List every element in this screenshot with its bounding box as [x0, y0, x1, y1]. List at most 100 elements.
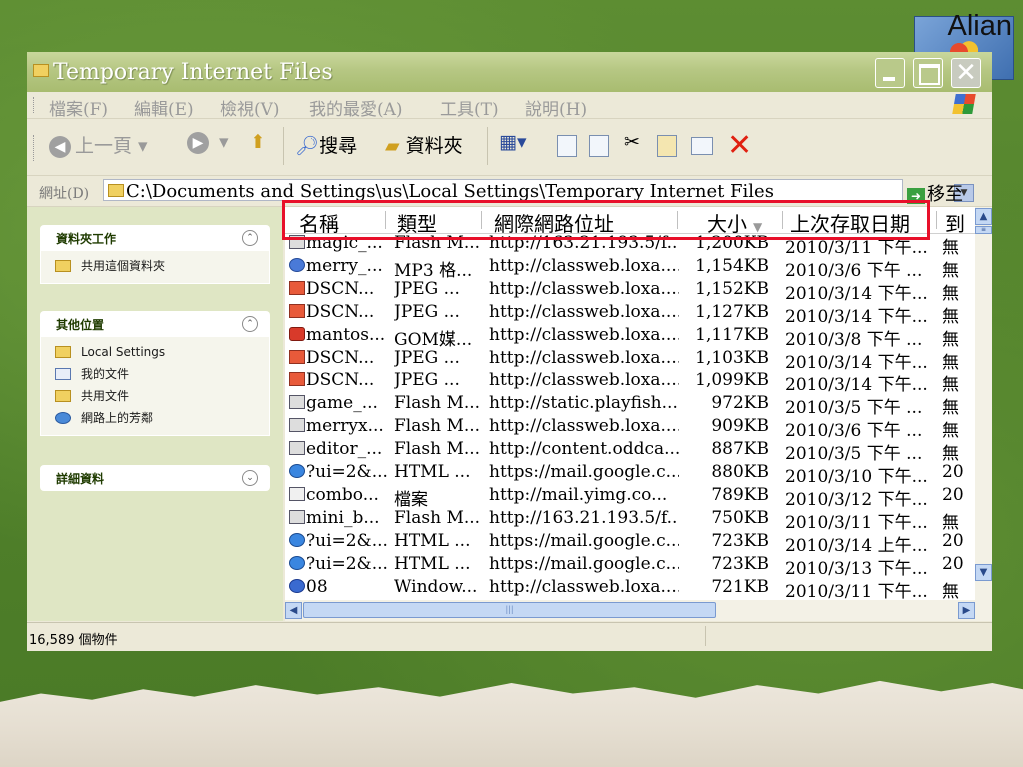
menu-file[interactable]: 檔案(F)	[49, 95, 108, 120]
up-folder-button[interactable]: ⬆	[250, 131, 266, 153]
table-row[interactable]: DSCN... JPEG ... http://classweb.loxa.... 1…	[285, 279, 975, 304]
file-name: DSCN...	[289, 348, 389, 368]
menu-help[interactable]: 說明(H)	[525, 95, 587, 120]
table-row[interactable]: mantos... GOM媒... http://classweb.loxa....…	[285, 324, 975, 350]
file-name-text: DSCN...	[306, 370, 375, 391]
file-name-text: ?ui=2&...	[306, 530, 388, 551]
search-button[interactable]: 🔎︎搜尋	[295, 131, 357, 158]
panel-header[interactable]: 資料夾工作 ⌃	[40, 225, 270, 251]
other-places-panel: 其他位置 ⌃ Local Settings 我的文件 共用文件 網路上的芳鄰	[40, 311, 270, 436]
other-place-my-documents[interactable]: 我的文件	[41, 363, 269, 385]
table-row[interactable]: ?ui=2&... HTML ... https://mail.google.c..…	[285, 530, 975, 556]
menu-edit[interactable]: 編輯(E)	[134, 95, 194, 120]
table-row[interactable]: merryx... Flash M... http://classweb.loxa.…	[285, 416, 975, 441]
table-row[interactable]: DSCN... JPEG ... http://classweb.loxa.... 1…	[285, 302, 975, 327]
delete-icon[interactable]: ✕	[727, 128, 752, 163]
panel-header[interactable]: 詳細資料 ⌄	[40, 465, 270, 491]
file-address: http://classweb.loxa....	[489, 324, 679, 345]
file-address: https://mail.google.c...	[489, 530, 679, 551]
vertical-scrollbar[interactable]: ▲ ≡ ▼	[975, 207, 992, 600]
file-expires: 無	[942, 306, 959, 327]
other-place-local-settings[interactable]: Local Settings	[41, 341, 269, 363]
menu-grip	[33, 97, 36, 113]
panel-title: 資料夾工作	[56, 232, 117, 246]
scroll-up-button[interactable]: ▲	[975, 208, 992, 225]
flash-icon	[289, 509, 305, 524]
cut-icon[interactable]: ✂	[624, 131, 640, 153]
expand-icon[interactable]: ⌄	[242, 470, 258, 486]
scroll-right-button[interactable]: ▶	[958, 602, 975, 619]
table-row[interactable]: DSCN... JPEG ... http://classweb.loxa.... 1…	[285, 370, 975, 395]
menu-favorites[interactable]: 我的最愛(A)	[309, 95, 403, 120]
forward-button[interactable]: ▶ ▾	[187, 131, 229, 154]
back-button[interactable]: ◀ 上一頁 ▾	[49, 131, 148, 158]
file-name: merry_...	[289, 256, 389, 276]
folders-button[interactable]: ▰ 資料夾	[385, 131, 463, 158]
panel-header[interactable]: 其他位置 ⌃	[40, 311, 270, 337]
scroll-down-button[interactable]: ▼	[975, 564, 992, 581]
table-row[interactable]: DSCN... JPEG ... http://classweb.loxa.... 1…	[285, 347, 975, 373]
title-bar[interactable]: Temporary Internet Files ✕	[27, 52, 992, 92]
properties-icon[interactable]	[691, 137, 713, 155]
search-icon: 🔎︎	[295, 135, 320, 157]
table-row[interactable]: combo... 檔案 http://mail.yimg.co... 789KB 201…	[285, 484, 975, 510]
table-row[interactable]: ?ui=2&... HTML ... https://mail.google.c..…	[285, 553, 975, 579]
file-name: DSCN...	[289, 279, 389, 299]
horizontal-scroll-thumb[interactable]: |||	[303, 602, 716, 618]
file-expires: 20	[942, 553, 964, 574]
scroll-thumb[interactable]: ≡	[975, 226, 992, 234]
share-folder-link[interactable]: 共用這個資料夾	[41, 255, 269, 277]
file-type: Flash M...	[394, 507, 481, 528]
forward-arrow-icon: ▶	[187, 132, 209, 154]
file-address: http://classweb.loxa....	[489, 370, 679, 391]
file-last-accessed: 2010/3/5 下午 ...	[785, 444, 923, 465]
file-last-accessed: 2010/3/14 下午...	[785, 306, 928, 327]
file-size: 887KB	[711, 439, 769, 460]
file-type: JPEG ...	[394, 347, 460, 368]
file-name-text: combo...	[306, 484, 379, 505]
collapse-icon[interactable]: ⌃	[242, 230, 258, 246]
file-name-text: merryx...	[306, 416, 384, 437]
file-address: http://classweb.loxa....	[489, 576, 679, 597]
panel-body: Local Settings 我的文件 共用文件 網路上的芳鄰	[40, 337, 270, 436]
move-to-icon[interactable]	[557, 135, 577, 157]
file-icon	[289, 486, 305, 501]
column-separator[interactable]	[936, 211, 937, 229]
file-type: Flash M...	[394, 439, 481, 460]
table-row[interactable]: mini_b... Flash M... http://163.21.193.5/f…	[285, 507, 975, 533]
file-name-text: ?ui=2&...	[306, 553, 388, 574]
views-button[interactable]: ▦▾	[499, 131, 527, 153]
collapse-icon[interactable]: ⌃	[242, 316, 258, 332]
maximize-button[interactable]	[913, 58, 943, 88]
table-row[interactable]: game_... Flash M... http://static.playfish…	[285, 393, 975, 418]
menu-tools[interactable]: 工具(T)	[440, 95, 499, 120]
jpeg-icon	[289, 372, 305, 387]
file-address: https://mail.google.c...	[489, 553, 679, 574]
paste-icon[interactable]	[657, 135, 677, 157]
address-input[interactable]: C:\Documents and Settings\us\Local Setti…	[103, 179, 974, 202]
table-row[interactable]: 08 Window... http://classweb.loxa.... 721KB…	[285, 576, 975, 600]
file-type: Flash M...	[394, 416, 481, 437]
file-type: 檔案	[394, 489, 428, 510]
copy-to-icon[interactable]	[589, 135, 609, 157]
table-row[interactable]: merry_... MP3 格... http://classweb.loxa...…	[285, 256, 975, 281]
file-name-text: 08	[306, 576, 328, 597]
horizontal-scrollbar[interactable]: ◀ ||| ▶	[285, 600, 992, 621]
file-name: ?ui=2&...	[289, 554, 389, 574]
file-type: Flash M...	[394, 393, 481, 414]
file-last-accessed: 2010/3/14 上午...	[785, 535, 928, 556]
menu-view[interactable]: 檢視(V)	[220, 95, 280, 120]
scroll-left-button[interactable]: ◀	[285, 602, 302, 619]
other-place-network[interactable]: 網路上的芳鄰	[41, 407, 269, 429]
status-separator	[705, 626, 706, 646]
address-value: C:\Documents and Settings\us\Local Setti…	[126, 181, 774, 202]
minimize-button[interactable]	[875, 58, 905, 88]
file-size: 972KB	[711, 393, 769, 414]
close-button[interactable]: ✕	[951, 58, 981, 88]
status-bar: 16,589 個物件	[27, 622, 992, 651]
other-place-shared-documents[interactable]: 共用文件	[41, 385, 269, 407]
table-row[interactable]: ?ui=2&... HTML ... https://mail.google.c..…	[285, 462, 975, 487]
table-row[interactable]: editor_... Flash M... http://content.oddca…	[285, 439, 975, 464]
file-type: Window...	[394, 576, 478, 597]
folder-tasks-panel: 資料夾工作 ⌃ 共用這個資料夾	[40, 225, 270, 284]
